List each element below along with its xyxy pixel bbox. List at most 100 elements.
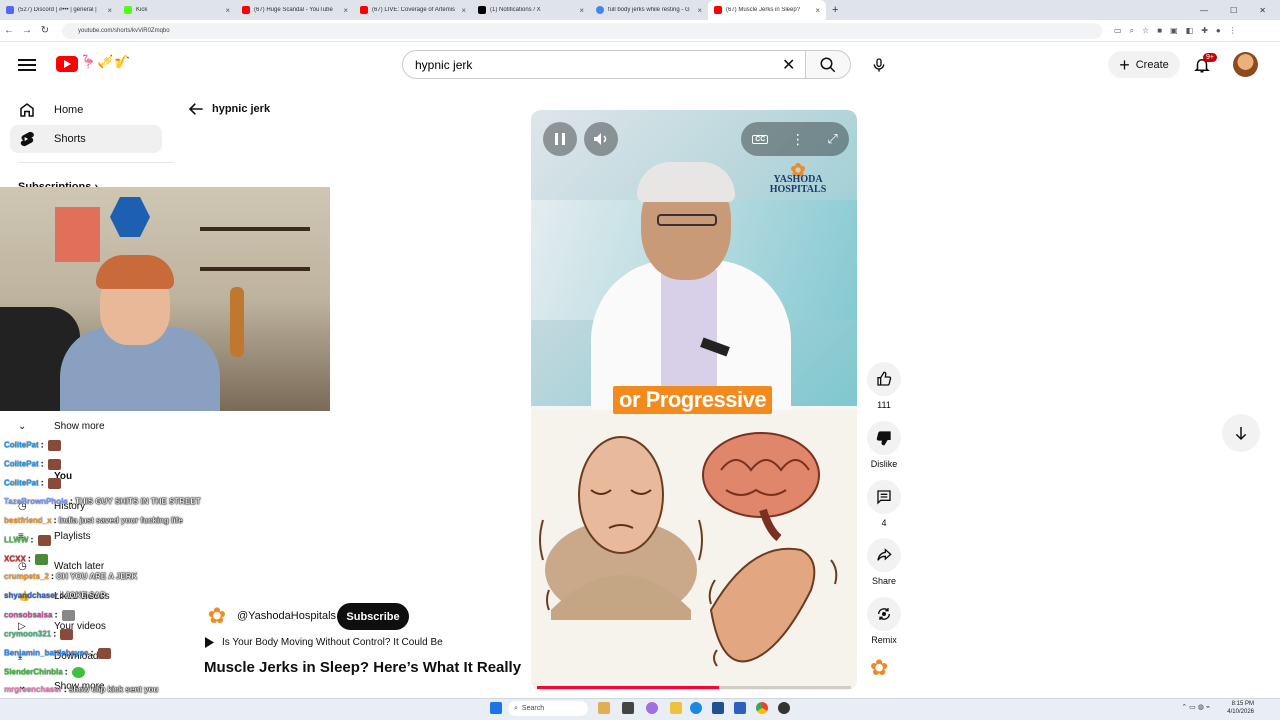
- youtube-icon: [360, 6, 368, 14]
- search-input[interactable]: [415, 57, 775, 72]
- voice-search-button[interactable]: [864, 50, 893, 79]
- edge-icon[interactable]: [690, 702, 702, 714]
- doctor-hair: [637, 162, 735, 202]
- emote-icon: [34, 554, 48, 565]
- browser-tab[interactable]: (1) Notifications / X ×: [472, 0, 590, 20]
- hexagon-decor: [110, 197, 150, 237]
- maximize-icon[interactable]: ☐: [1230, 6, 1237, 15]
- chat-line: LLWW :: [4, 535, 51, 546]
- store-icon[interactable]: [712, 702, 724, 714]
- youtube-logo[interactable]: [56, 56, 78, 72]
- file-explorer-icon[interactable]: [670, 702, 682, 714]
- clear-search-icon[interactable]: ✕: [782, 55, 795, 75]
- fullscreen-icon[interactable]: ⤢: [827, 131, 837, 147]
- close-icon[interactable]: ×: [697, 6, 702, 15]
- create-button[interactable]: + Create: [1108, 51, 1180, 78]
- chat-line: crymoon321 :: [4, 629, 74, 640]
- tab-title: (527) Discord | #••• | general |: [18, 7, 97, 13]
- channel-name[interactable]: @YashodaHospitals: [237, 610, 336, 622]
- extension-icon[interactable]: ■: [1157, 26, 1162, 36]
- browser-tab[interactable]: (67) LIVE: Coverage of Artemis ×: [354, 0, 472, 20]
- window-controls: — ☐ ✕: [1200, 0, 1280, 20]
- windows-start-icon[interactable]: [490, 702, 502, 714]
- video-controls-group: CC ⋮ ⤢: [741, 122, 849, 156]
- profile-icon[interactable]: ●: [1216, 26, 1221, 36]
- plus-icon: +: [1119, 54, 1130, 75]
- chrome-icon[interactable]: [756, 702, 768, 714]
- browser-tab[interactable]: Kick ×: [118, 0, 236, 20]
- close-window-icon[interactable]: ✕: [1259, 6, 1266, 15]
- back-to-search-link[interactable]: hypnic jerk: [188, 102, 270, 116]
- chat-message: THIS GUY SHITS IN THE STREET: [74, 497, 201, 506]
- browser-tab[interactable]: full body jerks while resting - G ×: [590, 0, 708, 20]
- sidebar-item-home[interactable]: Home: [10, 96, 162, 124]
- bookmark-star-icon[interactable]: ☆: [1142, 26, 1149, 36]
- sidebar-item-show-more[interactable]: ⌄ Show more: [10, 421, 105, 432]
- subscribe-button[interactable]: Subscribe: [337, 603, 409, 630]
- task-view-icon[interactable]: [622, 702, 634, 714]
- chat-line: TazeBrownPhole : THIS GUY SHITS IN THE S…: [4, 497, 201, 506]
- home-icon: [10, 101, 54, 119]
- system-tray-icons[interactable]: ⌃ ▭ ◍ ⌁: [1181, 703, 1210, 711]
- chat-message: JOKE SAR: [64, 591, 106, 600]
- taskbar-search[interactable]: ⌕ Search: [508, 701, 588, 716]
- zoom-icon[interactable]: ⌕: [1130, 26, 1134, 36]
- browser-tab[interactable]: (67) Huge Scandal - YouTube ×: [236, 0, 354, 20]
- menu-dots-icon[interactable]: ⋮: [1229, 26, 1237, 36]
- extension-icons: ▭ ⌕ ☆ ■ ▣ ◧ ✚ ● ⋮: [1114, 26, 1237, 36]
- outlook-icon[interactable]: [734, 702, 746, 714]
- account-avatar[interactable]: [1233, 52, 1258, 77]
- close-icon[interactable]: ×: [225, 6, 230, 15]
- close-icon[interactable]: ×: [579, 6, 584, 15]
- reload-icon[interactable]: ↻: [36, 25, 54, 36]
- url-field[interactable]: youtube.com/shorts/kvViR0Zmqbo: [62, 22, 1102, 39]
- menu-hamburger-icon[interactable]: [18, 56, 36, 72]
- sidebar-item-shorts[interactable]: Shorts: [10, 125, 162, 153]
- next-video-button[interactable]: [1222, 414, 1260, 452]
- chat-username: LLWW: [4, 535, 29, 545]
- shorts-video-player[interactable]: ✿ YASHODA HOSPITALS or Progressive CC ⋮ …: [531, 110, 857, 690]
- taskbar-app-icon[interactable]: [598, 702, 610, 714]
- emote-icon: [47, 459, 61, 470]
- close-icon[interactable]: ×: [343, 6, 348, 15]
- extensions-puzzle-icon[interactable]: ✚: [1201, 26, 1208, 36]
- minimize-icon[interactable]: —: [1200, 6, 1208, 15]
- back-arrow-icon[interactable]: ←: [0, 25, 18, 36]
- chat-message: show clip kick sent you: [68, 685, 159, 694]
- taskbar-clock[interactable]: 8:15 PM 4/10/2026: [1227, 700, 1254, 716]
- chat-line: ColitePat :: [4, 440, 61, 451]
- volume-button[interactable]: [584, 122, 618, 156]
- extension-icon[interactable]: ◧: [1186, 26, 1194, 36]
- related-video-link[interactable]: Is Your Body Moving Without Control? It …: [204, 637, 443, 648]
- channel-avatar[interactable]: ✿: [204, 603, 230, 629]
- dislike-button[interactable]: Dislike: [866, 421, 902, 469]
- emote-icon: [37, 535, 51, 546]
- search-button[interactable]: [805, 50, 851, 79]
- extension-icon[interactable]: ▣: [1170, 26, 1178, 36]
- browser-tab[interactable]: (527) Discord | #••• | general | ×: [0, 0, 118, 20]
- close-icon[interactable]: ×: [815, 6, 820, 15]
- sidebar-item-label: Shorts: [54, 133, 86, 145]
- cast-icon[interactable]: ▭: [1114, 26, 1122, 36]
- like-button[interactable]: 111: [866, 362, 902, 410]
- obs-icon[interactable]: [778, 702, 790, 714]
- captions-icon[interactable]: CC: [752, 134, 769, 144]
- share-button[interactable]: Share: [866, 538, 902, 586]
- search-icon: [820, 57, 836, 72]
- browser-tab-active[interactable]: (67) Muscle Jerks in Sleep? ×: [708, 0, 826, 20]
- forward-arrow-icon[interactable]: →: [18, 25, 36, 36]
- share-label: Share: [871, 576, 897, 586]
- more-options-icon[interactable]: ⋮: [791, 131, 805, 148]
- channel-mini-avatar[interactable]: ✿: [870, 655, 888, 681]
- remix-button[interactable]: Remix: [866, 597, 902, 645]
- close-icon[interactable]: ×: [461, 6, 466, 15]
- copilot-icon[interactable]: [646, 702, 658, 714]
- comments-button[interactable]: 4: [866, 480, 902, 528]
- pause-button[interactable]: [543, 122, 577, 156]
- close-icon[interactable]: ×: [107, 6, 112, 15]
- new-tab-icon[interactable]: +: [832, 4, 838, 16]
- video-title[interactable]: Muscle Jerks in Sleep? Here’s What It Re…: [204, 659, 524, 676]
- tab-title: full body jerks while resting - G: [608, 7, 690, 13]
- video-caption: or Progressive: [613, 386, 773, 414]
- youtube-doodle[interactable]: 🦩🎺🎷: [80, 54, 134, 74]
